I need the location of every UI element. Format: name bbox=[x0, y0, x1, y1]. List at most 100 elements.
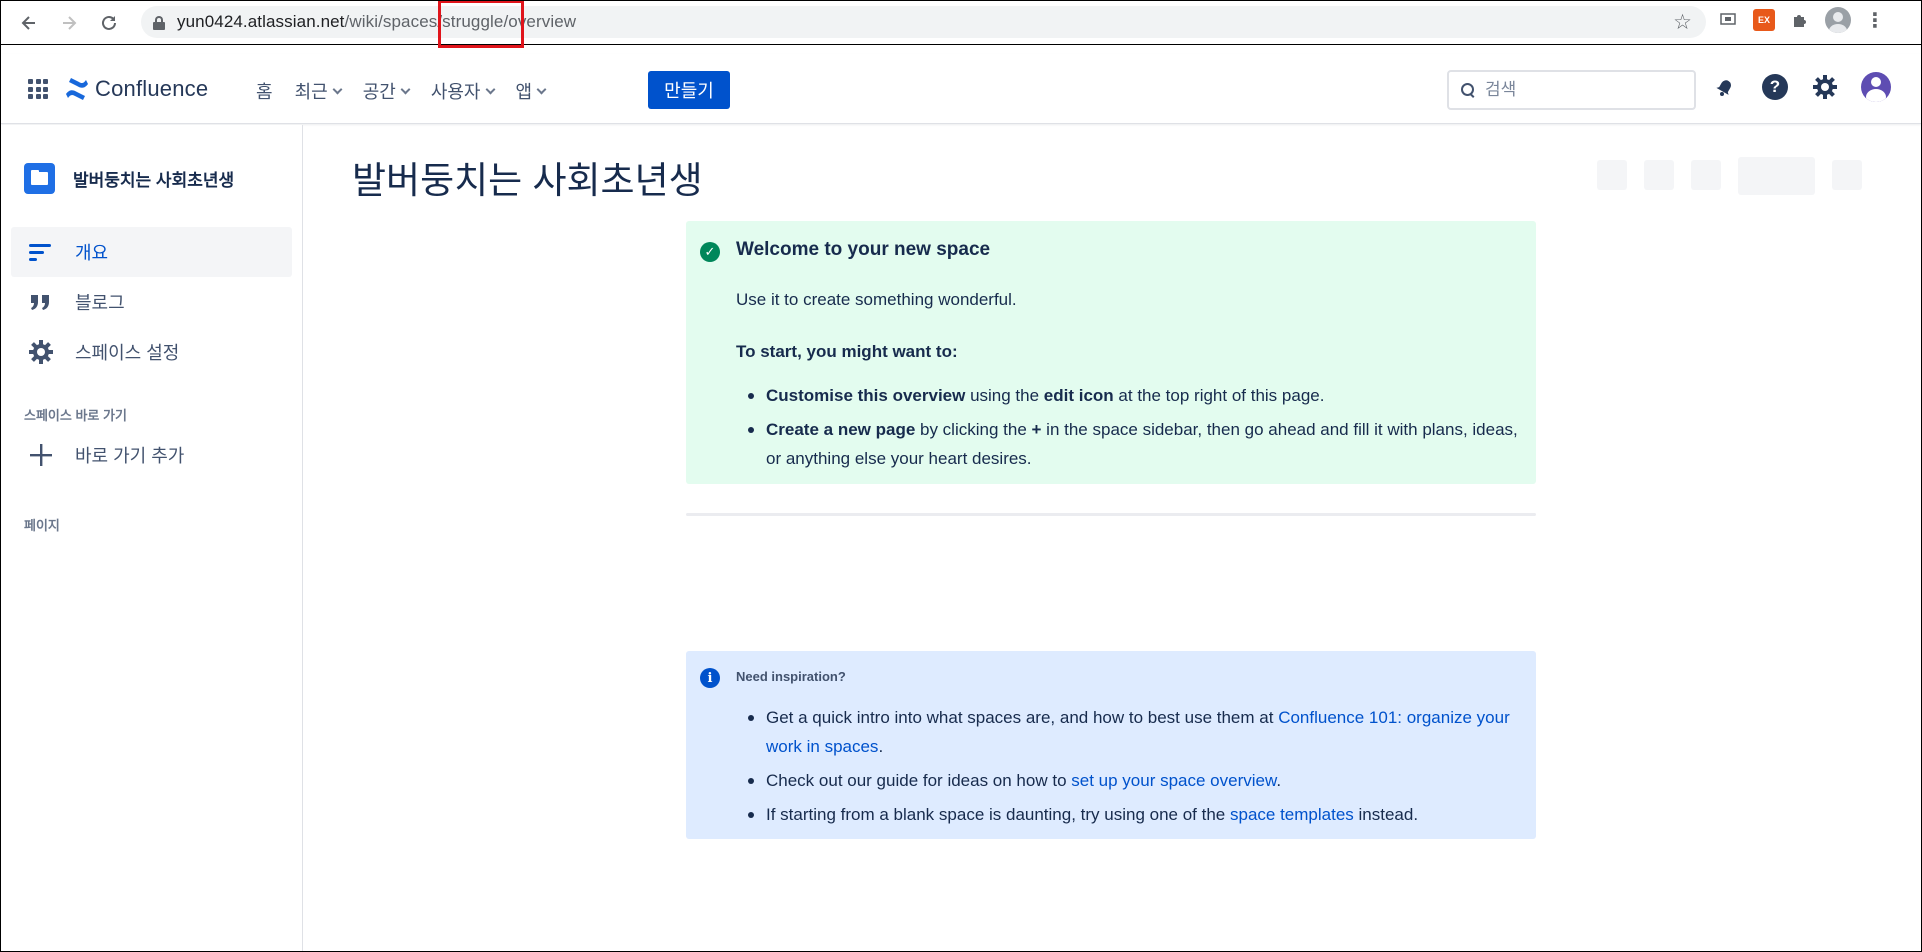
welcome-start-heading: To start, you might want to: bbox=[736, 342, 958, 361]
confluence-logo-text: Confluence bbox=[95, 76, 209, 101]
list-item-text: If starting from a blank space is daunti… bbox=[766, 805, 1230, 824]
pages-section-label: 페이지 bbox=[24, 518, 60, 533]
help-glyph: ? bbox=[1762, 74, 1788, 100]
nav-recent-label: 최근 bbox=[294, 82, 328, 102]
search-box[interactable] bbox=[1447, 70, 1696, 110]
sidebar-item-label: 블로그 bbox=[75, 293, 125, 313]
app-switcher-grid-icon[interactable] bbox=[28, 79, 48, 99]
top-nav-icons: ? bbox=[1711, 72, 1891, 102]
list-item-bold: Customise this overview bbox=[766, 386, 966, 405]
space-header[interactable]: 발버둥치는 사회초년생 bbox=[24, 163, 234, 194]
sidebar-item-blog[interactable]: 블로그 bbox=[11, 277, 292, 327]
settings-gear-icon[interactable] bbox=[1811, 73, 1839, 101]
nav-home[interactable]: 홈 bbox=[256, 78, 273, 104]
list-item-text: Get a quick intro into what spaces are, … bbox=[766, 708, 1279, 727]
extensions-area: EX ⋮ bbox=[1717, 7, 1885, 33]
nav-spaces-label: 공간 bbox=[362, 82, 396, 102]
lock-icon bbox=[153, 15, 165, 30]
notifications-bell-icon[interactable] bbox=[1711, 73, 1739, 101]
address-bar[interactable]: yun0424.atlassian.net/wiki/spaces/strugg… bbox=[141, 6, 1706, 38]
check-circle-icon: ✓ bbox=[700, 242, 720, 262]
nav-apps-label: 앱 bbox=[515, 82, 533, 102]
list-item: Get a quick intro into what spaces are, … bbox=[736, 703, 1522, 761]
list-item-text: instead. bbox=[1353, 805, 1419, 824]
welcome-list: Customise this overview using the edit i… bbox=[736, 381, 1522, 478]
list-item-bold: + bbox=[1031, 420, 1042, 439]
confluence-logo-icon bbox=[65, 77, 89, 101]
action-skeleton bbox=[1597, 160, 1627, 190]
quote-icon bbox=[27, 288, 55, 316]
help-icon[interactable]: ? bbox=[1761, 73, 1789, 101]
inspiration-list: Get a quick intro into what spaces are, … bbox=[736, 703, 1522, 834]
sidebar-item-space-settings[interactable]: 스페이스 설정 bbox=[11, 327, 292, 377]
add-shortcut-button[interactable]: 바로 가기 추가 bbox=[11, 430, 292, 480]
chevron-down-icon bbox=[400, 84, 411, 94]
info-circle-icon: i bbox=[700, 668, 720, 688]
space-folder-icon bbox=[24, 163, 55, 194]
action-skeleton bbox=[1691, 160, 1721, 190]
add-shortcut-label: 바로 가기 추가 bbox=[75, 446, 185, 466]
list-item-bold: edit icon bbox=[1043, 386, 1114, 405]
list-item: Create a new page by clicking the + in t… bbox=[736, 415, 1522, 473]
sidebar-item-overview[interactable]: 개요 bbox=[11, 227, 292, 277]
space-templates-link[interactable]: space templates bbox=[1230, 805, 1354, 824]
forward-arrow-icon[interactable] bbox=[49, 3, 89, 43]
welcome-panel: ✓ Welcome to your new space Use it to cr… bbox=[686, 221, 1536, 484]
list-item-text: Check out our guide for ideas on how to bbox=[766, 771, 1072, 790]
search-input[interactable] bbox=[1485, 80, 1685, 100]
welcome-subtitle: Use it to create something wonderful. bbox=[736, 290, 1017, 309]
list-item-text: . bbox=[1276, 771, 1282, 790]
page-title: 발버둥치는 사회초년생 bbox=[352, 160, 703, 201]
content-divider bbox=[686, 513, 1536, 516]
space-overview-guide-link[interactable]: set up your space overview bbox=[1071, 771, 1276, 790]
space-sidebar: 발버둥치는 사회초년생 개요 블로그 스페이스 설정 스페이스 바로 가기 바로… bbox=[1, 125, 303, 951]
browser-menu-icon[interactable]: ⋮ bbox=[1865, 8, 1885, 33]
confluence-logo[interactable]: Confluence bbox=[65, 76, 208, 102]
overview-lines-icon bbox=[27, 238, 55, 266]
action-skeleton bbox=[1644, 160, 1674, 190]
action-skeleton bbox=[1738, 157, 1815, 195]
create-button[interactable]: 만들기 bbox=[648, 71, 730, 109]
url-path: /wiki/spaces/struggle/overview bbox=[344, 12, 577, 31]
primary-nav: 홈 최근 공간 사용자 앱 bbox=[256, 78, 547, 104]
list-item-text: by clicking the bbox=[915, 420, 1032, 439]
search-icon bbox=[1461, 83, 1475, 97]
space-name: 발버둥치는 사회초년생 bbox=[73, 171, 235, 190]
reload-icon[interactable] bbox=[89, 3, 129, 43]
url-text: yun0424.atlassian.net/wiki/spaces/strugg… bbox=[177, 12, 576, 32]
inspiration-panel: i Need inspiration? Get a quick intro in… bbox=[686, 651, 1536, 839]
welcome-title: Welcome to your new space bbox=[736, 239, 991, 260]
list-item-text: . bbox=[878, 737, 884, 756]
ex-extension-icon[interactable]: EX bbox=[1753, 9, 1775, 31]
chevron-down-icon bbox=[332, 84, 343, 94]
sidebar-item-label: 스페이스 설정 bbox=[75, 343, 180, 363]
plus-icon bbox=[27, 441, 55, 469]
action-skeleton bbox=[1832, 160, 1862, 190]
list-item: If starting from a blank space is daunti… bbox=[736, 800, 1522, 829]
list-item-text: using the bbox=[965, 386, 1044, 405]
confluence-top-nav: Confluence 홈 최근 공간 사용자 앱 만들기 ? bbox=[1, 54, 1921, 124]
chevron-down-icon bbox=[536, 84, 547, 94]
chevron-down-icon bbox=[485, 84, 495, 94]
sidebar-item-label: 개요 bbox=[75, 243, 109, 263]
user-avatar[interactable] bbox=[1861, 72, 1891, 102]
nav-people-label: 사용자 bbox=[430, 82, 481, 102]
list-item-text: at the top right of this page. bbox=[1113, 386, 1325, 405]
cast-icon[interactable] bbox=[1717, 9, 1739, 31]
nav-spaces[interactable]: 공간 bbox=[362, 78, 411, 104]
shortcuts-section-label: 스페이스 바로 가기 bbox=[24, 408, 127, 423]
nav-home-label: 홈 bbox=[256, 82, 273, 102]
list-item: Customise this overview using the edit i… bbox=[736, 381, 1522, 410]
back-arrow-icon[interactable] bbox=[9, 3, 49, 43]
list-item-bold: Create a new page bbox=[766, 420, 916, 439]
nav-people[interactable]: 사용자 bbox=[430, 78, 495, 104]
nav-recent[interactable]: 최근 bbox=[294, 78, 343, 104]
puzzle-extensions-icon[interactable] bbox=[1789, 9, 1811, 31]
list-item: Check out our guide for ideas on how to … bbox=[736, 766, 1522, 795]
nav-apps[interactable]: 앱 bbox=[515, 78, 547, 104]
browser-toolbar: yun0424.atlassian.net/wiki/spaces/strugg… bbox=[1, 1, 1921, 45]
bookmark-star-icon[interactable]: ☆ bbox=[1673, 10, 1692, 35]
url-host: yun0424.atlassian.net bbox=[177, 12, 345, 31]
inspiration-title: Need inspiration? bbox=[736, 669, 846, 684]
browser-profile-avatar[interactable] bbox=[1825, 7, 1851, 33]
